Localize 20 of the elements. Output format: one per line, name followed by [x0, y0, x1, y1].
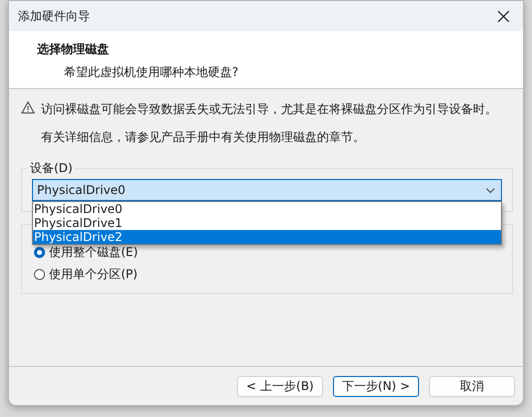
- info-text: 有关详细信息，请参见产品手册中有关使用物理磁盘的章节。: [41, 129, 366, 146]
- radio-label[interactable]: 使用整个磁盘(E): [49, 244, 138, 261]
- dropdown-option[interactable]: PhysicalDrive0: [33, 202, 501, 216]
- header-subtitle: 希望此虚拟机使用哪种本地硬盘?: [64, 64, 240, 81]
- window-title: 添加硬件向导: [18, 8, 90, 24]
- wizard-button[interactable]: 下一步(N) >: [333, 376, 419, 396]
- warning-text: 访问裸磁盘可能会导致数据丢失或无法引导，尤其是在将裸磁盘分区作为引导设备时。: [41, 101, 497, 118]
- dropdown-option[interactable]: PhysicalDrive2: [33, 230, 501, 244]
- radio-button[interactable]: [34, 247, 45, 258]
- radio-button[interactable]: [34, 269, 45, 280]
- chevron-down-icon: [486, 188, 495, 192]
- dropdown-value: PhysicalDrive0: [37, 183, 126, 197]
- close-icon: [498, 10, 508, 22]
- dropdown-option[interactable]: PhysicalDrive1: [33, 216, 501, 230]
- wizard-button[interactable]: 取消: [429, 376, 515, 396]
- header-title: 选择物理磁盘: [37, 41, 110, 58]
- radio-label[interactable]: 使用单个分区(P): [49, 266, 138, 283]
- wizard-button[interactable]: < 上一步(B): [237, 376, 323, 396]
- group-label: 设备(D): [28, 160, 75, 177]
- warning-icon: [21, 101, 35, 114]
